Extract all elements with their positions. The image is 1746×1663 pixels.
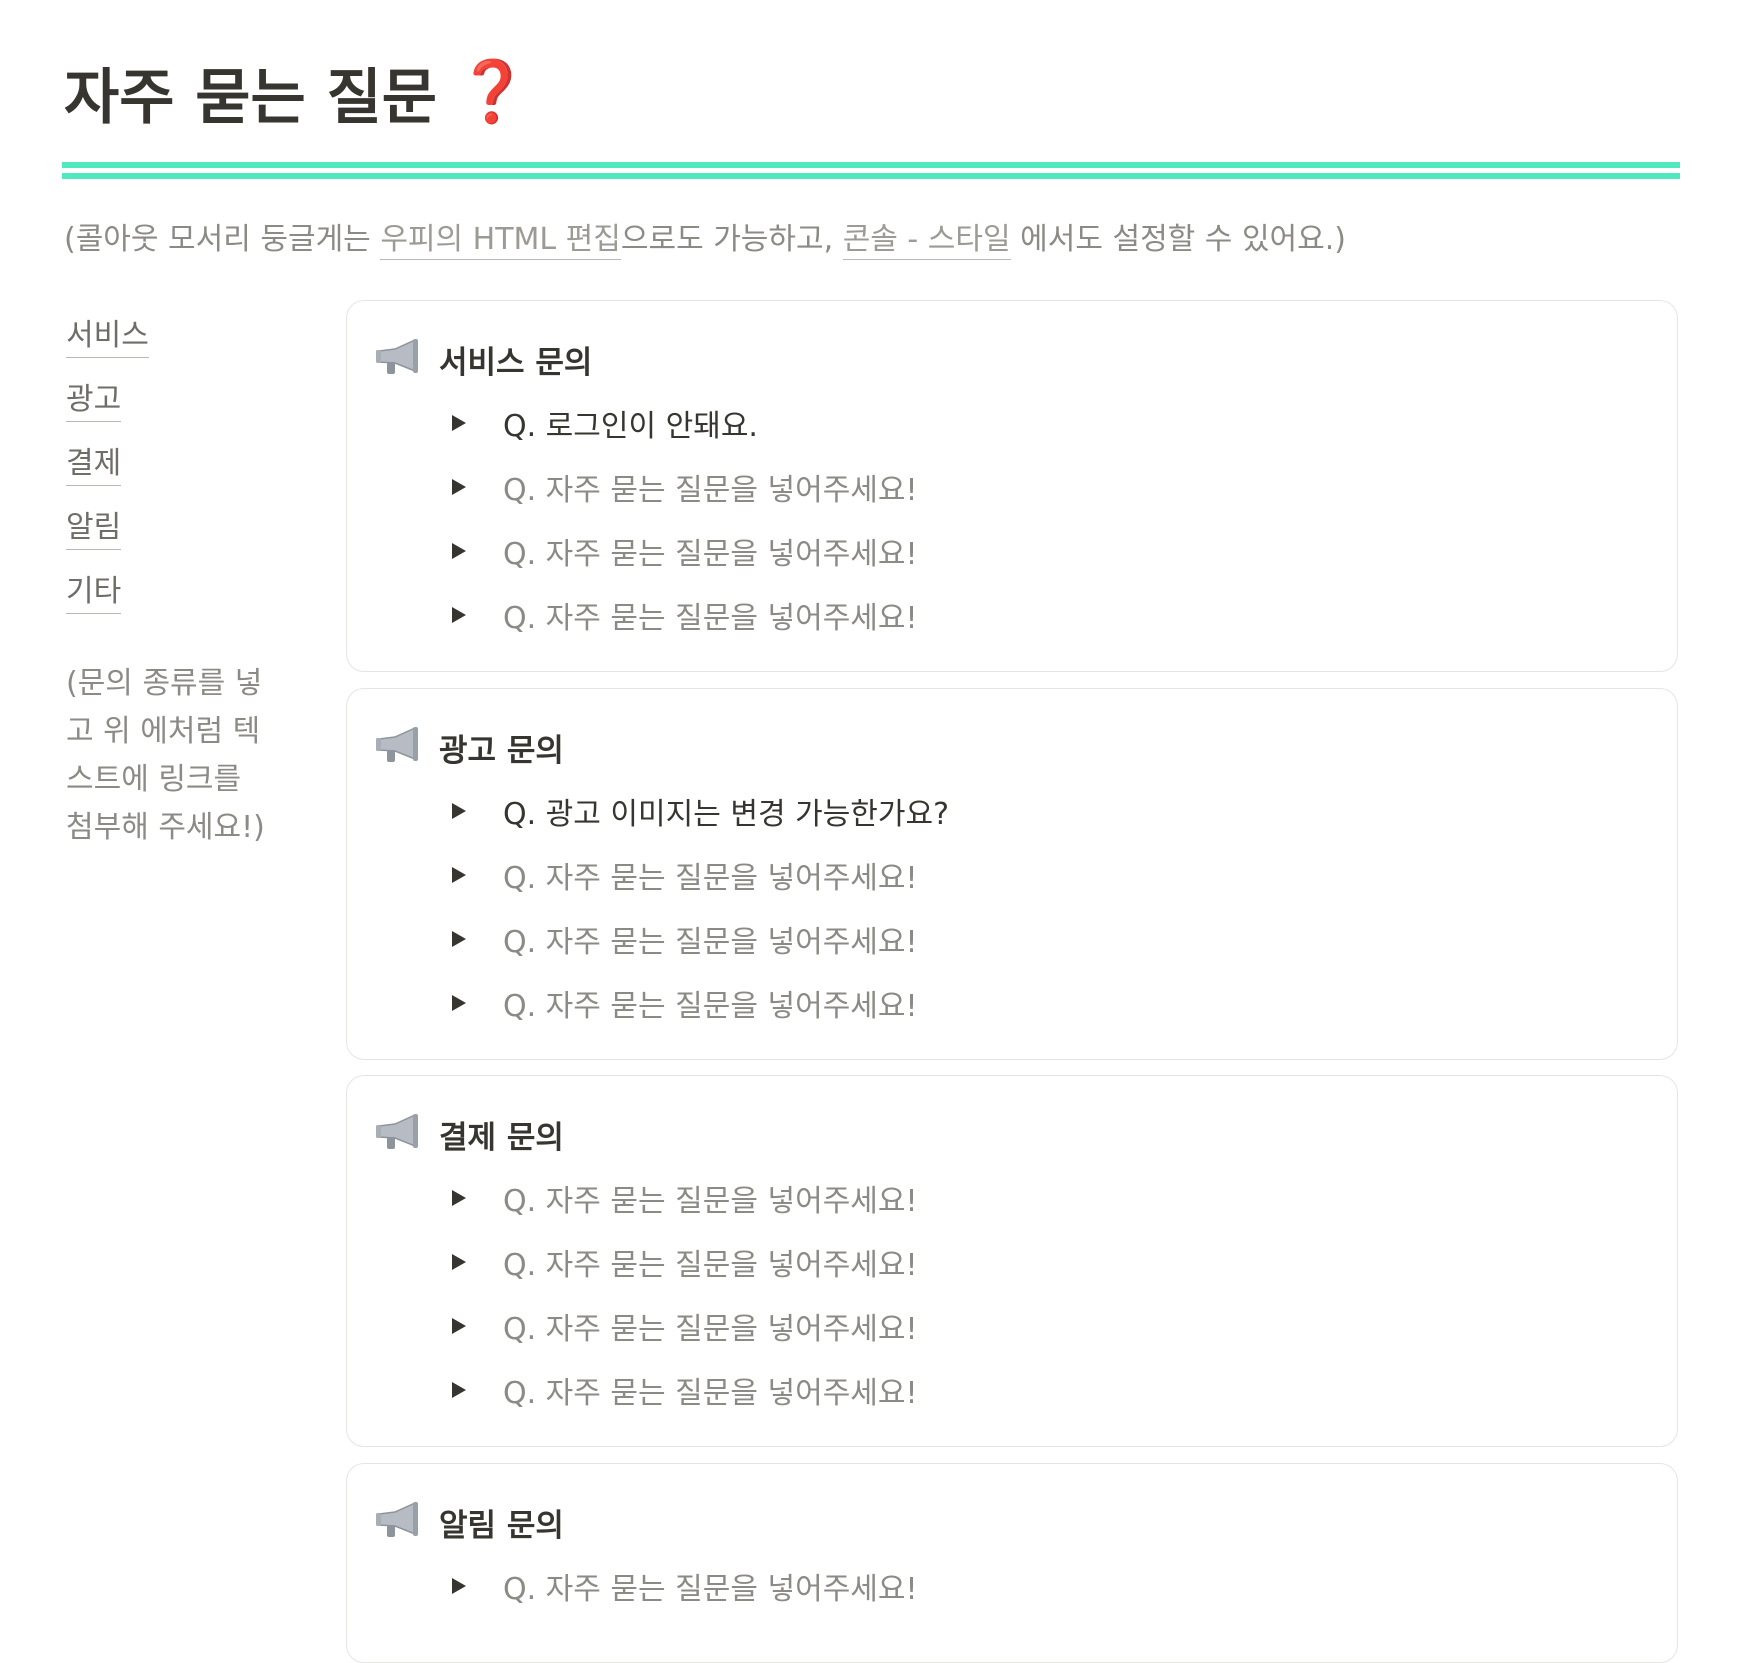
faq-question: Q. 자주 묻는 질문을 넣어주세요! <box>503 1184 918 1219</box>
faq-toggle[interactable]: Q. 자주 묻는 질문을 넣어주세요! <box>451 1230 918 1294</box>
triangle-right-icon[interactable] <box>451 1577 467 1595</box>
faq-toggle[interactable]: Q. 자주 묻는 질문을 넣어주세요! <box>451 583 918 647</box>
divider-line-top <box>62 162 1680 168</box>
triangle-right-icon[interactable] <box>451 414 467 432</box>
triangle-right-icon[interactable] <box>451 994 467 1012</box>
faq-question: Q. 자주 묻는 질문을 넣어주세요! <box>503 1312 918 1347</box>
triangle-right-icon[interactable] <box>451 478 467 496</box>
faq-toggle[interactable]: Q. 자주 묻는 질문을 넣어주세요! <box>451 455 918 519</box>
notice-text: (콜아웃 모서리 둥글게는 우피의 HTML 편집으로도 가능하고, 콘솔 - … <box>64 214 1346 260</box>
megaphone-icon <box>376 726 418 762</box>
faq-page: 자주 묻는 질문 ❓ (콜아웃 모서리 둥글게는 우피의 HTML 편집으로도 … <box>0 0 1746 1663</box>
callout-heading: 광고 문의 <box>439 733 564 769</box>
toggle-list: Q. 광고 이미지는 변경 가능한가요? Q. 자주 묻는 질문을 넣어주세요!… <box>451 779 949 1035</box>
megaphone-icon <box>376 338 418 374</box>
triangle-right-icon[interactable] <box>451 1189 467 1207</box>
sidebar-item-etc[interactable]: 기타 <box>66 566 122 614</box>
page-title: 자주 묻는 질문 <box>64 62 437 133</box>
faq-toggle[interactable]: Q. 자주 묻는 질문을 넣어주세요! <box>451 971 949 1035</box>
triangle-right-icon[interactable] <box>451 866 467 884</box>
faq-question: Q. 광고 이미지는 변경 가능한가요? <box>503 797 950 832</box>
faq-question: Q. 자주 묻는 질문을 넣어주세요! <box>503 861 918 896</box>
sidebar-item-notification[interactable]: 알림 <box>66 502 122 550</box>
faq-toggle[interactable]: Q. 자주 묻는 질문을 넣어주세요! <box>451 843 949 907</box>
faq-toggle[interactable]: Q. 자주 묻는 질문을 넣어주세요! <box>451 519 918 583</box>
faq-toggle[interactable]: Q. 자주 묻는 질문을 넣어주세요! <box>451 1554 918 1618</box>
faq-callout-service: 서비스 문의 Q. 로그인이 안돼요. Q. 자주 묻는 질문을 넣어주세요! … <box>346 300 1678 672</box>
sidebar-row: 결제 <box>66 438 306 502</box>
accent-divider <box>62 162 1680 180</box>
question-mark-icon: ❓ <box>454 57 530 127</box>
faq-question: Q. 로그인이 안돼요. <box>503 409 758 444</box>
faq-question: Q. 자주 묻는 질문을 넣어주세요! <box>503 537 918 572</box>
triangle-right-icon[interactable] <box>451 930 467 948</box>
megaphone-icon <box>376 1501 418 1537</box>
triangle-right-icon[interactable] <box>451 1317 467 1335</box>
faq-toggle[interactable]: Q. 자주 묻는 질문을 넣어주세요! <box>451 907 949 971</box>
sidebar-item-service[interactable]: 서비스 <box>66 310 149 358</box>
triangle-right-icon[interactable] <box>451 1381 467 1399</box>
sidebar-row: 기타 <box>66 566 306 630</box>
faq-toggle[interactable]: Q. 자주 묻는 질문을 넣어주세요! <box>451 1294 918 1358</box>
toggle-list: Q. 자주 묻는 질문을 넣어주세요! Q. 자주 묻는 질문을 넣어주세요! … <box>451 1166 918 1422</box>
triangle-right-icon[interactable] <box>451 802 467 820</box>
title-row: 자주 묻는 질문 ❓ <box>64 52 530 133</box>
triangle-right-icon[interactable] <box>451 606 467 624</box>
callout-heading: 서비스 문의 <box>439 345 593 381</box>
toggle-list: Q. 자주 묻는 질문을 넣어주세요! <box>451 1554 918 1618</box>
notice-prefix: (콜아웃 모서리 둥글게는 <box>64 222 381 257</box>
megaphone-icon <box>376 1113 418 1149</box>
sidebar-note: (문의 종류를 넣고 위 에처럼 텍스트에 링크를 첨부해 주세요!) <box>66 666 265 845</box>
faq-callout-notification: 알림 문의 Q. 자주 묻는 질문을 넣어주세요! <box>346 1463 1678 1663</box>
faq-question: Q. 자주 묻는 질문을 넣어주세요! <box>503 1376 918 1411</box>
triangle-right-icon[interactable] <box>451 1253 467 1271</box>
sidebar-nav: 서비스 광고 결제 알림 기타 <box>66 310 306 630</box>
faq-callout-ads: 광고 문의 Q. 광고 이미지는 변경 가능한가요? Q. 자주 묻는 질문을 … <box>346 688 1678 1060</box>
sidebar-item-payment[interactable]: 결제 <box>66 438 122 486</box>
sidebar-row: 광고 <box>66 374 306 438</box>
callout-heading: 알림 문의 <box>439 1508 564 1544</box>
sidebar-row: 알림 <box>66 502 306 566</box>
toggle-list: Q. 로그인이 안돼요. Q. 자주 묻는 질문을 넣어주세요! Q. 자주 묻… <box>451 391 918 647</box>
notice-link-console-style[interactable]: 콘솔 - 스타일 <box>842 222 1011 260</box>
faq-question: Q. 자주 묻는 질문을 넣어주세요! <box>503 925 918 960</box>
notice-suffix: 에서도 설정할 수 있어요.) <box>1010 222 1346 257</box>
notice-middle: 으로도 가능하고, <box>620 222 843 257</box>
faq-callout-payment: 결제 문의 Q. 자주 묻는 질문을 넣어주세요! Q. 자주 묻는 질문을 넣… <box>346 1075 1678 1447</box>
faq-question: Q. 자주 묻는 질문을 넣어주세요! <box>503 1248 918 1283</box>
faq-toggle[interactable]: Q. 로그인이 안돼요. <box>451 391 918 455</box>
faq-toggle[interactable]: Q. 자주 묻는 질문을 넣어주세요! <box>451 1358 918 1422</box>
divider-line-bottom <box>62 173 1680 179</box>
triangle-right-icon[interactable] <box>451 542 467 560</box>
faq-question: Q. 자주 묻는 질문을 넣어주세요! <box>503 989 918 1024</box>
sidebar-row: 서비스 <box>66 310 306 374</box>
sidebar-item-ads[interactable]: 광고 <box>66 374 122 422</box>
faq-toggle[interactable]: Q. 자주 묻는 질문을 넣어주세요! <box>451 1166 918 1230</box>
faq-toggle[interactable]: Q. 광고 이미지는 변경 가능한가요? <box>451 779 949 843</box>
faq-question: Q. 자주 묻는 질문을 넣어주세요! <box>503 1572 918 1607</box>
callout-heading: 결제 문의 <box>439 1120 564 1156</box>
faq-question: Q. 자주 묻는 질문을 넣어주세요! <box>503 601 918 636</box>
notice-link-html-edit[interactable]: 우피의 HTML 편집 <box>380 222 621 260</box>
faq-question: Q. 자주 묻는 질문을 넣어주세요! <box>503 473 918 508</box>
